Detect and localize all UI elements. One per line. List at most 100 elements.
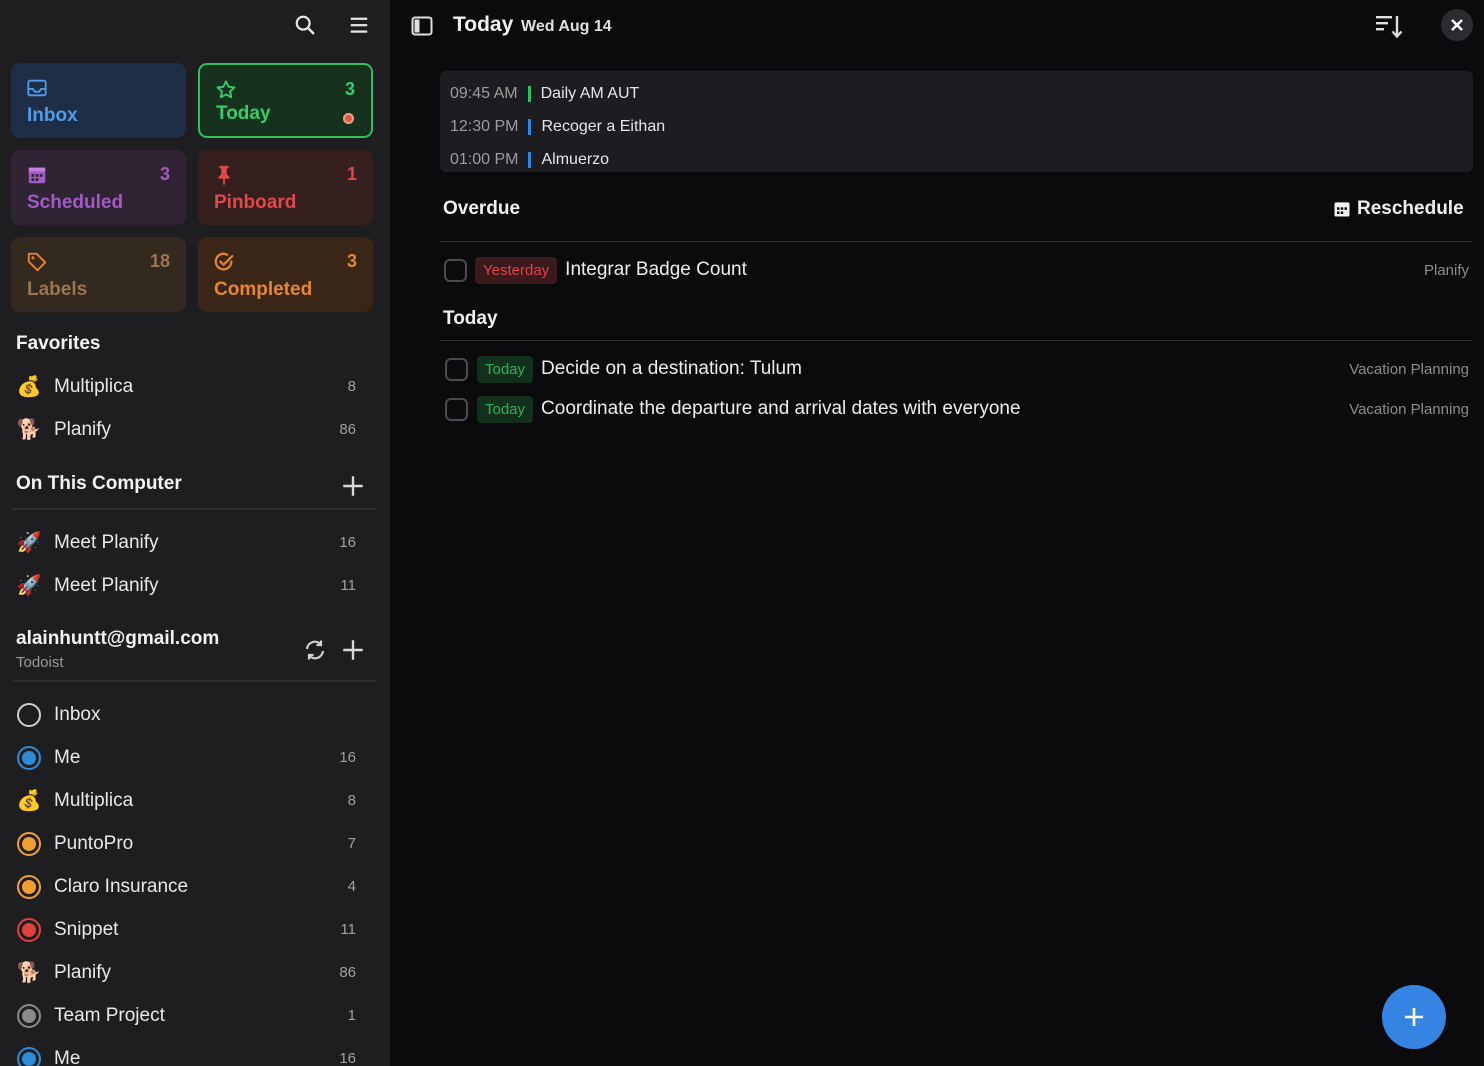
local-project-item[interactable]: 🚀 Meet Planify 11 (12, 564, 376, 607)
calendar-event[interactable]: 09:45 AM Daily AM AUT (440, 77, 1473, 110)
search-button[interactable] (288, 8, 322, 42)
tile-inbox[interactable]: Inbox (11, 63, 186, 138)
project-count: 7 (347, 835, 356, 852)
task-row[interactable]: Today Coordinate the departure and arriv… (440, 391, 1473, 427)
close-icon (1451, 19, 1463, 31)
project-label: Me (54, 1047, 81, 1066)
project-count: 16 (339, 534, 356, 551)
tile-scheduled-label: Scheduled (27, 192, 124, 213)
project-label: Meet Planify (54, 574, 159, 596)
due-chip[interactable]: Today (477, 355, 534, 383)
calendar-icon (1334, 202, 1350, 217)
rocket-icon: 🚀 (16, 575, 42, 597)
overdue-indicator-dot (343, 113, 354, 124)
favorite-item-multiplica[interactable]: 💰 Multiplica 8 (12, 365, 376, 408)
tile-labels[interactable]: 18 Labels (11, 237, 186, 312)
sidebar-toolbar (288, 8, 376, 42)
add-local-project-icon[interactable] (340, 473, 366, 499)
due-chip[interactable]: Today (477, 395, 534, 423)
calendar-event[interactable]: 12:30 PM Recoger a Eithan (440, 110, 1473, 143)
search-icon (295, 15, 315, 35)
red-circle-icon (16, 917, 42, 943)
tile-pinboard[interactable]: 1 Pinboard (198, 150, 373, 225)
local-project-item[interactable]: 🚀 Meet Planify 16 (12, 521, 376, 564)
sidebar-toggle-icon[interactable] (410, 14, 434, 38)
tile-scheduled[interactable]: 3 Scheduled (11, 150, 186, 225)
project-count: 4 (347, 878, 356, 895)
tile-today-label: Today (216, 103, 271, 124)
menu-button[interactable] (342, 8, 376, 42)
project-count: 1 (347, 1007, 356, 1024)
today-heading: Today (443, 308, 498, 329)
event-time: 01:00 PM (450, 150, 519, 168)
plus-icon (1405, 1008, 1423, 1026)
close-button[interactable] (1441, 9, 1473, 41)
event-color-bar (528, 118, 532, 135)
add-account-project-icon[interactable] (340, 637, 366, 663)
task-checkbox[interactable] (445, 397, 468, 421)
task-checkbox[interactable] (444, 258, 467, 282)
task-project: Planify (1423, 261, 1469, 279)
sort-filter-icon[interactable] (1374, 12, 1404, 40)
favorites-heading: Favorites (16, 333, 101, 354)
inbox-ring-icon (16, 702, 42, 728)
dog-icon: 🐕 (16, 962, 42, 984)
filter-tiles: Inbox 3 Today 3 Scheduled 1 Pinboard 18 … (11, 63, 375, 312)
orange-circle-icon (16, 831, 42, 857)
tile-today[interactable]: 3 Today (198, 63, 373, 138)
favorite-item-label: Multiplica (54, 375, 134, 397)
sync-icon[interactable] (303, 638, 327, 662)
page-title: Today (453, 13, 514, 36)
event-title: Almuerzo (541, 150, 610, 168)
tile-completed-label: Completed (214, 279, 313, 300)
account-project-me[interactable]: Me 16 (12, 1037, 376, 1066)
account-project-puntopro[interactable]: PuntoPro 7 (12, 822, 376, 865)
project-count: 16 (339, 749, 356, 766)
grey-circle-icon (16, 1003, 42, 1029)
tile-completed[interactable]: 3 Completed (198, 237, 373, 312)
event-time: 09:45 AM (450, 84, 518, 102)
account-divider (12, 680, 376, 682)
page-date: Wed Aug 14 (521, 18, 612, 35)
tile-completed-count: 3 (346, 251, 357, 271)
account-provider: Todoist (16, 654, 64, 671)
calendar-event[interactable]: 01:00 PM Almuerzo (440, 143, 1473, 176)
dog-icon: 🐕 (16, 419, 42, 441)
due-chip[interactable]: Yesterday (475, 256, 558, 284)
favorite-item-count: 8 (347, 378, 356, 395)
favorite-item-planify[interactable]: 🐕 Planify 86 (12, 408, 376, 451)
inbox-icon (27, 79, 47, 97)
project-label: PuntoPro (54, 832, 134, 854)
project-label: Snippet (54, 918, 119, 940)
account-project-planify[interactable]: 🐕 Planify 86 (12, 951, 376, 994)
task-title: Decide on a destination: Tulum (541, 358, 802, 379)
tile-pinboard-label: Pinboard (214, 192, 297, 213)
task-checkbox[interactable] (445, 357, 468, 381)
event-time: 12:30 PM (450, 117, 519, 135)
account-project-multiplica[interactable]: 💰 Multiplica 8 (12, 779, 376, 822)
account-project-claro-insurance[interactable]: Claro Insurance 4 (12, 865, 376, 908)
hamburger-menu-icon (350, 17, 368, 33)
tile-labels-label: Labels (27, 279, 88, 300)
project-count: 11 (340, 577, 356, 594)
account-project-me[interactable]: Me 16 (12, 736, 376, 779)
account-project-team-project[interactable]: Team Project 1 (12, 994, 376, 1037)
blue-circle-icon (16, 1046, 42, 1066)
calendar-icon (28, 167, 46, 184)
add-task-button[interactable] (1382, 985, 1446, 1049)
check-circle-icon (214, 252, 234, 271)
blue-circle-icon (16, 745, 42, 771)
overdue-divider (440, 241, 1473, 242)
project-count: 16 (339, 1050, 356, 1066)
task-title: Coordinate the departure and arrival dat… (541, 398, 1021, 419)
reschedule-button[interactable]: Reschedule (1332, 198, 1464, 220)
task-row[interactable]: Today Decide on a destination: Tulum Vac… (440, 351, 1473, 387)
account-project-inbox[interactable]: Inbox (12, 693, 376, 736)
task-project: Vacation Planning (1349, 360, 1469, 378)
star-icon (216, 80, 236, 99)
task-row[interactable]: Yesterday Integrar Badge Count Planify (440, 252, 1473, 288)
project-label: Claro Insurance (54, 875, 189, 897)
today-divider (440, 340, 1473, 341)
event-title: Daily AM AUT (540, 84, 640, 102)
account-project-snippet[interactable]: Snippet 11 (12, 908, 376, 951)
